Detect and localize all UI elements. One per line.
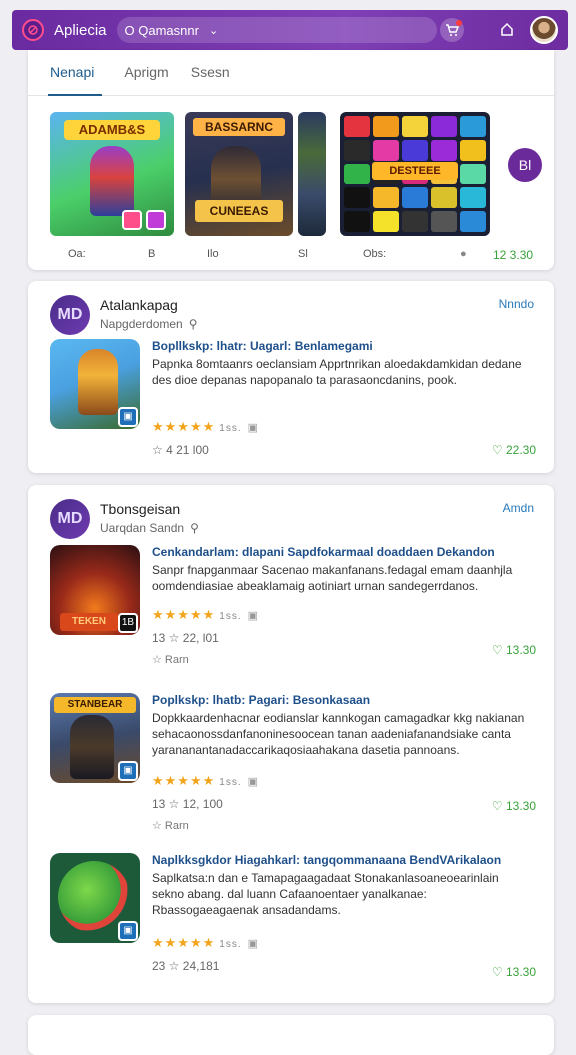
section-card: MD Atalankapag Napgderdomen ⚲ Nnndo ▣ Bop…	[28, 281, 554, 473]
app-title: Apliecia	[54, 21, 107, 39]
character-image	[78, 349, 118, 415]
top-app-bar: Apliecia O Qamasnnr ⌄	[12, 10, 568, 50]
section-avatar: MD	[50, 499, 90, 539]
app-icon: ▣	[50, 339, 140, 429]
meta-price: 12 3.30	[493, 248, 534, 262]
price-label: ♡ 13.30	[491, 799, 536, 813]
search-dropdown[interactable]: O Qamasnnr ⌄	[116, 17, 437, 43]
info-icon: ▣	[247, 776, 260, 788]
next-section-card	[28, 1015, 554, 1055]
user-avatar[interactable]	[530, 16, 558, 44]
see-more-link[interactable]: Nnndo	[499, 297, 534, 311]
platform-icon: ▣	[118, 761, 138, 781]
rating-badge: 1ss.	[219, 611, 242, 622]
game-title-badge: ADAMB&S	[64, 120, 160, 140]
home-icon[interactable]	[500, 22, 514, 39]
app-icon: ▣	[50, 853, 140, 943]
platform-icon: ▣	[118, 921, 138, 941]
price-label: ♡ 13.30	[491, 643, 536, 657]
game-subtitle-badge: CUNEEAS	[195, 200, 283, 222]
next-chip-button[interactable]: Bl	[508, 148, 542, 182]
app-name: Bopllkskp: lhatr: Uagarl: Benlamegami	[152, 339, 373, 353]
tab-nenapi[interactable]: Nenapi	[48, 50, 103, 96]
rating-stars: ★★★★★ 1ss. ▣	[152, 419, 260, 434]
featured-thumbnails: ADAMB&S BASSARNC CUNEEAS DESTEEE Bl	[50, 112, 550, 237]
info-icon: ▣	[247, 422, 260, 434]
rating-stars: ★★★★★ 1ss. ▣	[152, 773, 260, 788]
app-name: Naplkksgkdor Hiagahkarl: tangqommanaana …	[152, 853, 502, 867]
meta-label: Obs:	[363, 248, 387, 260]
hero-character-image	[90, 146, 134, 216]
rating-badge: 1ss.	[219, 939, 242, 950]
rating-stars: ★★★★★ 1ss. ▣	[152, 935, 260, 950]
rating-label: ☆ Rarn	[152, 820, 189, 832]
app-icon: STANBEAR ▣	[50, 693, 140, 783]
game-title-badge: DESTEEE	[372, 162, 458, 180]
featured-game-thumbnail[interactable]: BASSARNC CUNEEAS	[185, 112, 293, 236]
section-subtitle: Napgderdomen ⚲	[100, 317, 198, 331]
list-item[interactable]: TEKEN 1B Cenkandarlam: dlapani Sapdfokar…	[50, 545, 536, 675]
meta-label: B	[148, 248, 156, 260]
search-icon[interactable]: ⚲	[190, 521, 199, 535]
info-icon: ▣	[247, 610, 260, 622]
rating-label: ☆ Rarn	[152, 654, 189, 666]
price-label: ♡ 22.30	[491, 443, 536, 457]
section-header: MD Tbonsgeisan Uarqdan Sandn ⚲ Amdn	[50, 499, 534, 539]
featured-game-thumbnail[interactable]: DESTEEE	[340, 112, 490, 236]
game-title-badge: BASSARNC	[193, 118, 285, 136]
section-title: Tbonsgeisan	[100, 501, 181, 517]
download-count: 23 ☆ 24,181	[152, 959, 220, 973]
price-label: ♡ 13.30	[491, 965, 536, 979]
tab-bar: Nenapi Aprigm Ssesn	[28, 50, 554, 96]
game-tag-icon	[146, 210, 166, 230]
info-icon: ▣	[247, 938, 260, 950]
list-item[interactable]: ▣ Naplkksgkdor Hiagahkarl: tangqommanaan…	[50, 853, 536, 983]
app-icon: TEKEN 1B	[50, 545, 140, 635]
download-count: 13 ☆ 22, l01	[152, 631, 219, 645]
download-count: 13 ☆ 12, 100	[152, 797, 223, 811]
tab-aprigm[interactable]: Aprigm	[124, 50, 168, 96]
dot-icon: ●	[460, 248, 467, 260]
featured-game-strip[interactable]	[298, 112, 326, 236]
see-more-link[interactable]: Amdn	[503, 501, 534, 515]
meta-label: Ilo	[207, 248, 219, 260]
featured-meta-row: Oa: B Ilo Sl Obs: ● 12 3.30	[50, 248, 540, 264]
app-description: Saplkatsa:n dan e Tamapagaagadaat Stonak…	[152, 871, 499, 917]
rating-stars: ★★★★★ 1ss. ▣	[152, 607, 260, 622]
section-title: Atalankapag	[100, 297, 178, 313]
section-subtitle: Uarqdan Sandn ⚲	[100, 521, 199, 535]
game-title-badge: STANBEAR	[54, 697, 136, 713]
app-name: Cenkandarlam: dlapani Sapdfokarmaal doad…	[152, 545, 495, 559]
game-tag-icon	[122, 210, 142, 230]
search-icon[interactable]: ⚲	[189, 317, 198, 331]
featured-card: Nenapi Aprigm Ssesn ADAMB&S BASSARNC CUN…	[28, 50, 554, 270]
section-header: MD Atalankapag Napgderdomen ⚲ Nnndo	[50, 295, 534, 335]
list-item[interactable]: STANBEAR ▣ Poplkskp: lhatb: Pagari: Beso…	[50, 693, 536, 832]
section-avatar: MD	[50, 295, 90, 335]
cart-icon[interactable]	[440, 18, 464, 42]
notification-dot	[456, 20, 462, 26]
search-text: O Qamasnnr	[124, 22, 199, 38]
featured-game-thumbnail[interactable]: ADAMB&S	[50, 112, 174, 236]
chevron-down-icon: ⌄	[208, 24, 219, 37]
game-title-badge: TEKEN	[60, 613, 118, 631]
rating-badge: 1ss.	[219, 777, 242, 788]
app-logo-icon[interactable]	[22, 19, 44, 41]
download-count: ☆ 4 21 l00	[152, 443, 209, 457]
section-card: MD Tbonsgeisan Uarqdan Sandn ⚲ Amdn TEKEN…	[28, 485, 554, 1003]
app-description: Papnka 8omtaanrs oeclansiam Apprtnrikan …	[152, 357, 522, 387]
meta-label: Sl	[298, 248, 308, 260]
app-description: Dopkkaardenhacnar eodianslar kannkogan c…	[152, 711, 525, 757]
app-name: Poplkskp: lhatb: Pagari: Besonkasaan	[152, 693, 371, 707]
rating-badge: 1ss.	[219, 423, 242, 434]
character-image	[70, 715, 114, 779]
app-description: Sanpr fnapganmaar Sacenao makanfanans.fe…	[152, 563, 513, 593]
platform-badge: 1B	[118, 613, 138, 633]
tab-ssesn[interactable]: Ssesn	[191, 50, 230, 96]
platform-icon: ▣	[118, 407, 138, 427]
list-item[interactable]: ▣ Bopllkskp: lhatr: Uagarl: Benlamegami …	[50, 339, 536, 457]
meta-label: Oa:	[68, 248, 86, 260]
